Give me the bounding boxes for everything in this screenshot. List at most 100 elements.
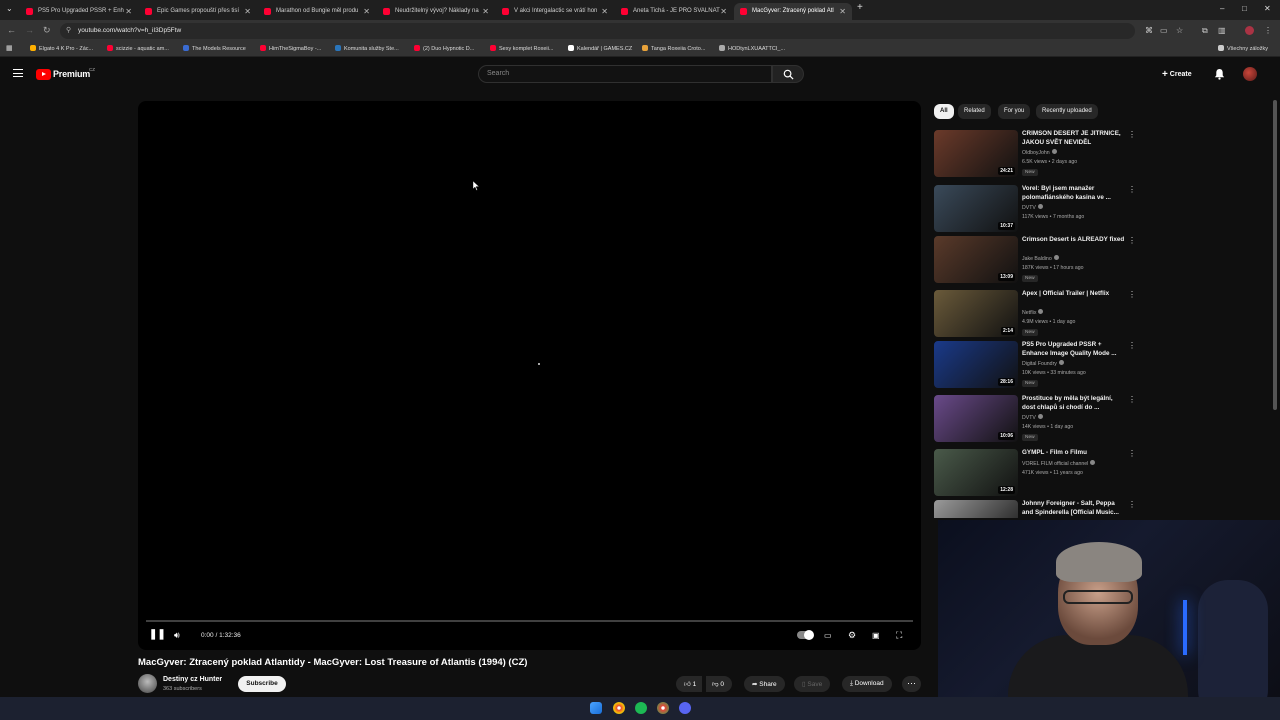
- page-scrollbar[interactable]: [1273, 100, 1277, 410]
- recommended-channel[interactable]: DVTV: [1022, 204, 1043, 211]
- all-bookmarks-folder[interactable]: Všechny záložky: [1218, 45, 1268, 52]
- url-field[interactable]: youtube.com/watch?v=h_iI3Dp5Ftw: [60, 23, 1135, 39]
- new-tab-button[interactable]: +: [857, 2, 863, 13]
- chip-for-you[interactable]: For you: [998, 104, 1031, 119]
- recommended-channel[interactable]: Digital Foundry: [1022, 360, 1064, 367]
- tab-close-icon[interactable]: ✕: [363, 7, 370, 16]
- bookmark-item[interactable]: (2) Duo Hypnotic D...: [414, 45, 474, 52]
- more-options-icon[interactable]: ⋮: [1128, 236, 1134, 245]
- bookmark-item[interactable]: Elgato 4 K Pro - Zác...: [30, 45, 93, 52]
- dislike-button[interactable]: 👎︎ 0: [706, 676, 733, 692]
- recommended-video[interactable]: 12:28 GYMPL - Film o Filmu VOREL FILM offi…: [934, 449, 1134, 499]
- search-button[interactable]: [772, 65, 804, 83]
- recommended-channel[interactable]: OldboyJohn: [1022, 149, 1057, 156]
- youtube-logo-icon[interactable]: [36, 69, 51, 80]
- cast-icon[interactable]: ▭: [1160, 26, 1168, 35]
- fullscreen-icon[interactable]: ⛶: [896, 630, 902, 641]
- more-options-icon[interactable]: ⋮: [1128, 449, 1134, 458]
- bookmark-item[interactable]: Kalendář | GAMES.CZ: [568, 45, 632, 52]
- recommended-title[interactable]: PS5 Pro Upgraded PSSR + Enhance Image Qu…: [1022, 341, 1126, 358]
- volume-icon[interactable]: 🔊︎: [174, 630, 180, 641]
- miniplayer-icon[interactable]: ▣: [872, 631, 880, 640]
- browser-tab[interactable]: Aneta Tichá - JE PRO SVALNAT ✕: [615, 3, 733, 20]
- site-info-icon[interactable]: ⚲: [66, 26, 71, 34]
- like-button[interactable]: 👍︎ 1: [676, 676, 703, 692]
- recommended-video[interactable]: 24:21 CRIMSON DESERT JE JITRNICE, JAKOU S…: [934, 130, 1134, 180]
- recommended-title[interactable]: CRIMSON DESERT JE JITRNICE, JAKOU SVĚT N…: [1022, 130, 1126, 147]
- pause-icon[interactable]: ❚❚: [149, 629, 166, 640]
- sidepanel-icon[interactable]: ▥: [1218, 26, 1226, 35]
- settings-gear-icon[interactable]: ⚙: [848, 630, 856, 641]
- create-button[interactable]: + Create: [1162, 69, 1192, 80]
- recommended-video[interactable]: Johnny Foreigner - Salt, Peppa and Spind…: [934, 500, 1134, 518]
- progress-bar[interactable]: [146, 620, 913, 622]
- tab-close-icon[interactable]: ✕: [244, 7, 251, 16]
- recommended-video[interactable]: 28:16 PS5 Pro Upgraded PSSR + Enhance Ima…: [934, 341, 1134, 391]
- reload-icon[interactable]: ↻: [43, 25, 51, 36]
- close-window-icon[interactable]: ✕: [1264, 4, 1271, 13]
- video-player[interactable]: ❚❚ 🔊︎ 0:00 / 1:32:36 ▭ ⚙ ▣ ⛶: [138, 101, 921, 650]
- video-thumbnail[interactable]: 10:06: [934, 395, 1018, 442]
- bookmark-item[interactable]: Sexy komplet Roxeii...: [490, 45, 553, 52]
- video-thumbnail[interactable]: 12:28: [934, 449, 1018, 496]
- bookmark-item[interactable]: HODtynLXUAATTCI_...: [719, 45, 785, 52]
- tab-close-icon[interactable]: ✕: [125, 7, 132, 16]
- chrome-alt-icon[interactable]: [657, 702, 669, 714]
- video-thumbnail[interactable]: 13:09: [934, 236, 1018, 283]
- more-options-icon[interactable]: ⋮: [1128, 130, 1134, 139]
- bookmark-item[interactable]: scizzie - aquatic am...: [107, 45, 169, 52]
- chrome-icon[interactable]: [613, 702, 625, 714]
- video-thumbnail[interactable]: 10:37: [934, 185, 1018, 232]
- bookmark-item[interactable]: Tanga Roxeiia Croto...: [642, 45, 705, 52]
- recommended-title[interactable]: Crimson Desert is ALREADY fixed: [1022, 236, 1126, 245]
- recommended-channel[interactable]: DVTV: [1022, 414, 1043, 421]
- back-icon[interactable]: ←: [7, 25, 16, 35]
- video-thumbnail[interactable]: [934, 500, 1018, 518]
- browser-tab[interactable]: V akci Intergalactic se vrátí hon ✕: [496, 3, 614, 20]
- browser-tab[interactable]: Neudržitelný vývoj? Náklady na ✕: [377, 3, 495, 20]
- channel-avatar[interactable]: [138, 674, 157, 693]
- windows-start-icon[interactable]: [590, 702, 602, 714]
- more-options-icon[interactable]: ⋮: [1128, 500, 1134, 509]
- recommended-video[interactable]: 2:14 Apex | Official Trailer | Netflix Net…: [934, 290, 1134, 340]
- channel-name[interactable]: Destiny cz Hunter: [163, 676, 222, 683]
- video-thumbnail[interactable]: 2:14: [934, 290, 1018, 337]
- more-options-icon[interactable]: ⋮: [1128, 290, 1134, 299]
- save-button[interactable]: ▯ Save: [794, 676, 831, 692]
- recommended-title[interactable]: Prostituce by měla být legální, dost chl…: [1022, 395, 1126, 412]
- recommended-title[interactable]: Apex | Official Trailer | Netflix: [1022, 290, 1126, 299]
- recommended-channel[interactable]: Netflix: [1022, 309, 1044, 316]
- autoplay-toggle[interactable]: [797, 630, 814, 641]
- chip-recently-uploaded[interactable]: Recently uploaded: [1036, 104, 1098, 119]
- notifications-bell-icon[interactable]: [1214, 68, 1225, 80]
- search-input[interactable]: Search: [478, 65, 772, 83]
- share-button[interactable]: ➦ Share: [744, 676, 785, 692]
- download-button[interactable]: ⤓ Download: [842, 676, 892, 692]
- more-actions-button[interactable]: ⋯: [902, 676, 921, 692]
- profile-avatar[interactable]: [1245, 26, 1254, 35]
- video-thumbnail[interactable]: 24:21: [934, 130, 1018, 177]
- video-thumbnail[interactable]: 28:16: [934, 341, 1018, 388]
- browser-tab[interactable]: MacGyver: Ztracený poklad Atl ✕: [734, 3, 852, 20]
- subtitles-icon[interactable]: ▭: [824, 631, 832, 640]
- recommended-title[interactable]: GYMPL - Film o Filmu: [1022, 449, 1126, 458]
- browser-menu-icon[interactable]: ⋮: [1264, 26, 1272, 35]
- tab-close-icon[interactable]: ✕: [482, 7, 489, 16]
- minimize-icon[interactable]: –: [1220, 4, 1224, 13]
- tab-close-icon[interactable]: ✕: [601, 7, 608, 16]
- recommended-video[interactable]: 10:06 Prostituce by měla být legální, dos…: [934, 395, 1134, 445]
- tab-search-icon[interactable]: ⌄: [6, 4, 13, 13]
- recommended-channel[interactable]: Jake Baldino: [1022, 255, 1059, 262]
- browser-tab[interactable]: Marathon od Bungie měl produ ✕: [258, 3, 376, 20]
- more-options-icon[interactable]: ⋮: [1128, 341, 1134, 350]
- browser-tab[interactable]: PS5 Pro Upgraded PSSR + Enh ✕: [20, 3, 138, 20]
- recommended-video[interactable]: 10:37 Vorel: Byl jsem manažer polomafiáns…: [934, 185, 1134, 235]
- extensions-icon[interactable]: ⧉: [1202, 26, 1208, 36]
- bookmark-item[interactable]: Komunita služby Ste...: [335, 45, 399, 52]
- tab-close-icon[interactable]: ✕: [720, 7, 727, 16]
- subscribe-button[interactable]: Subscribe: [238, 676, 286, 692]
- recommended-channel[interactable]: VOREL FILM official channel: [1022, 460, 1096, 467]
- tab-close-icon[interactable]: ✕: [839, 7, 846, 16]
- spotify-icon[interactable]: [635, 702, 647, 714]
- forward-icon[interactable]: →: [25, 25, 34, 35]
